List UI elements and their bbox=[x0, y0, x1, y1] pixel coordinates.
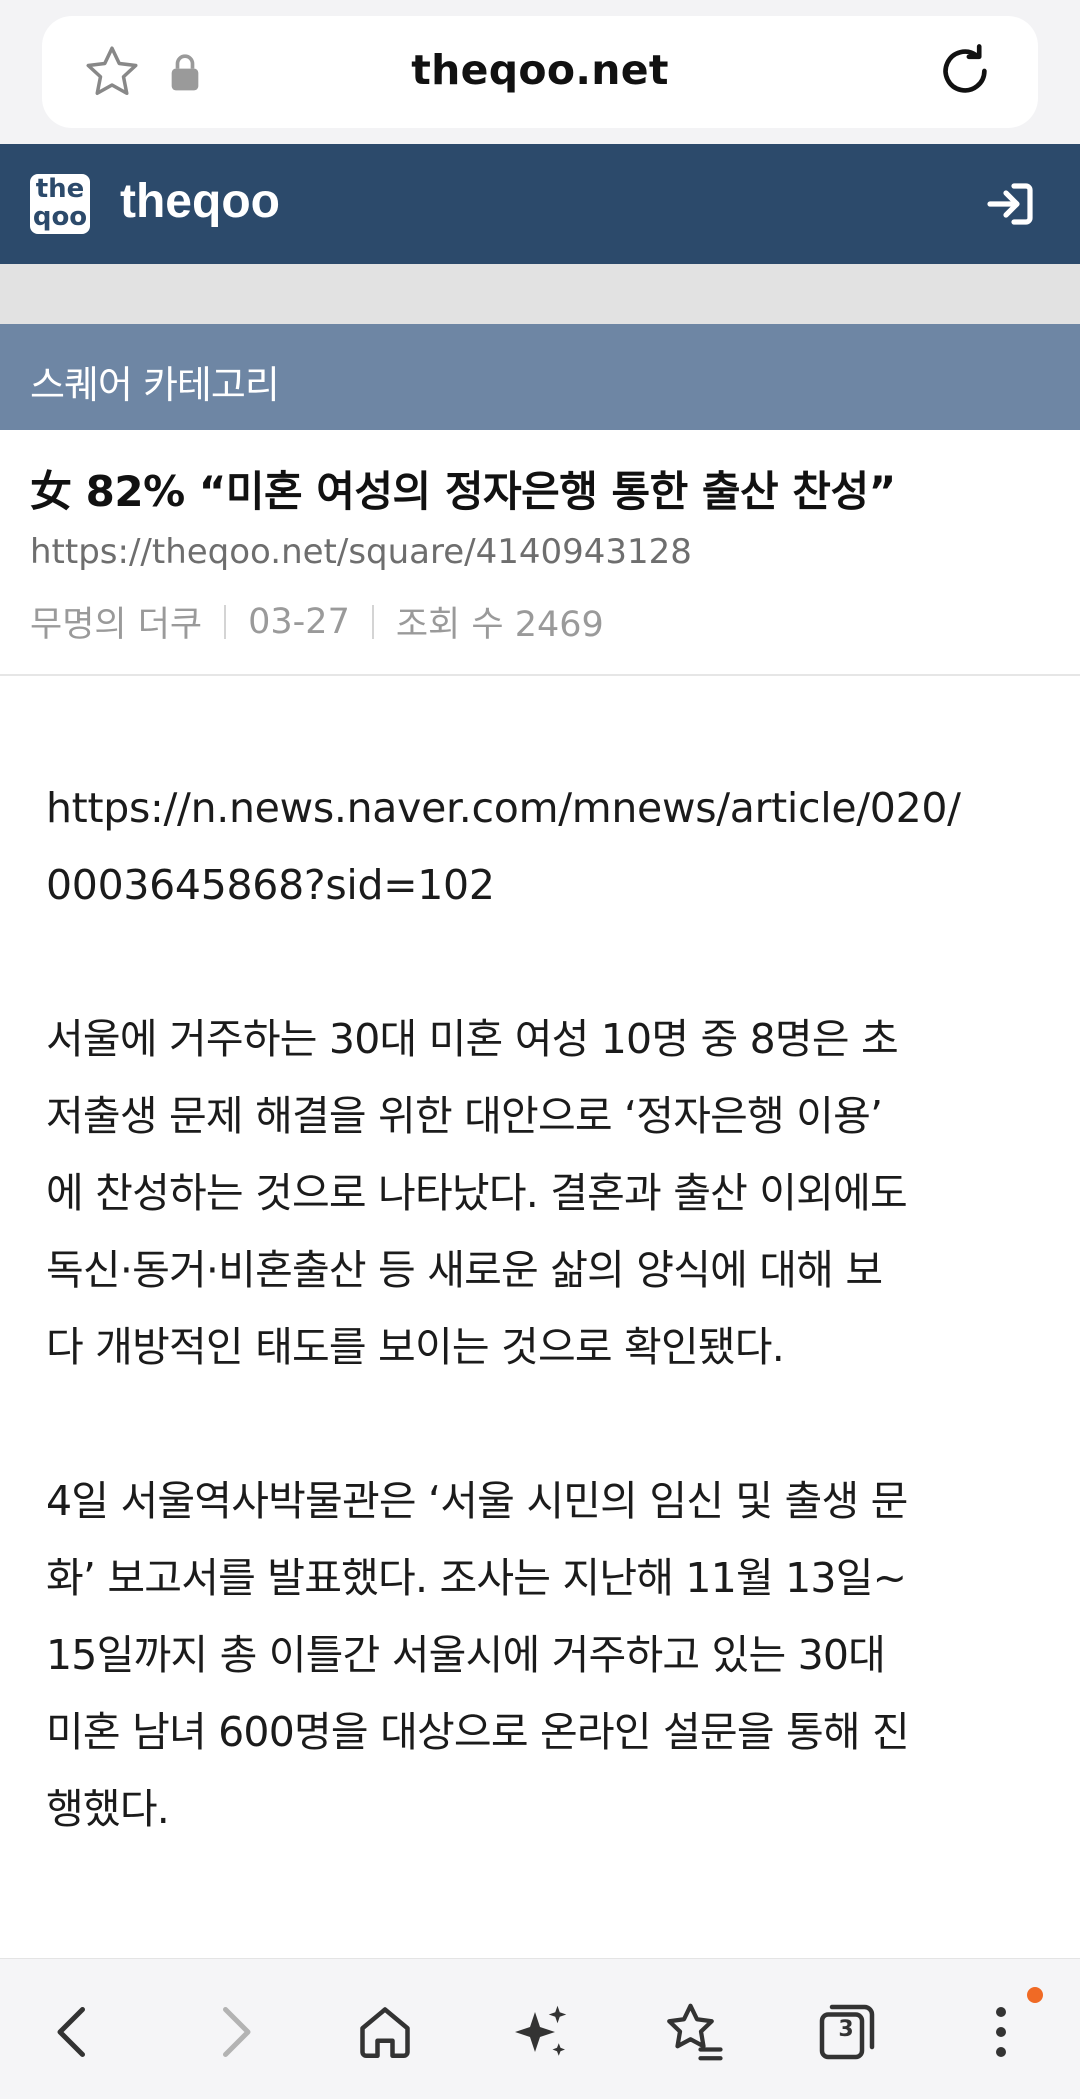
bookmarks-icon bbox=[667, 2003, 723, 2061]
login-icon[interactable] bbox=[984, 180, 1036, 228]
ai-sparkle-icon bbox=[515, 2005, 567, 2056]
post-views: 조회 수 2469 bbox=[395, 605, 604, 645]
text-line: 에 찬성하는 것으로 나타났다. 결혼과 출산 이외에도 bbox=[46, 1169, 908, 1217]
site-logo[interactable]: the qoo bbox=[30, 174, 90, 234]
post-meta: 무명의 더쿠 03-27 조회 수 2469 bbox=[30, 596, 604, 647]
category-bar[interactable]: 스퀘어 카테고리 bbox=[0, 324, 1080, 430]
tabs-button[interactable]: 3 bbox=[812, 1997, 882, 2067]
divider bbox=[0, 674, 1080, 676]
reload-icon[interactable] bbox=[934, 40, 996, 102]
address-bar[interactable]: theqoo.net bbox=[42, 16, 1038, 128]
article-link[interactable]: https://n.news.naver.com/mnews/article/0… bbox=[46, 770, 1046, 924]
article-paragraph-2: 4일 서울역사박물관은 ‘서울 시민의 임신 및 출생 문 화’ 보고서를 발표… bbox=[46, 1463, 1046, 1848]
site-name[interactable]: theqoo bbox=[120, 174, 280, 229]
article-paragraph-1: 서울에 거주하는 30대 미혼 여성 10명 중 8명은 초 저출생 문제 해결… bbox=[46, 1001, 1046, 1386]
text-line: 다 개방적인 태도를 보이는 것으로 확인됐다. bbox=[46, 1323, 785, 1371]
text-line: 독신·동거·비혼출산 등 새로운 삶의 양식에 대해 보 bbox=[46, 1246, 883, 1294]
category-label: 스퀘어 카테고리 bbox=[30, 363, 280, 407]
tab-count: 3 bbox=[838, 2017, 854, 2042]
notification-dot bbox=[1027, 1987, 1043, 2003]
ai-assistant-button[interactable] bbox=[505, 1997, 575, 2067]
forward-button[interactable] bbox=[198, 1997, 268, 2067]
browser-toolbar: theqoo.net bbox=[0, 0, 1080, 144]
logo-text-top: the bbox=[35, 174, 85, 204]
post-title: 女 82% “미혼 여성의 정자은행 통한 출산 찬성” bbox=[30, 467, 896, 516]
back-icon bbox=[57, 2007, 85, 2057]
text-line: 4일 서울역사박물관은 ‘서울 시민의 임신 및 출생 문 bbox=[46, 1477, 908, 1525]
home-icon bbox=[360, 2007, 410, 2058]
article-link-line[interactable]: 0003645868?sid=102 bbox=[46, 861, 495, 909]
text-line: 미혼 남녀 600명을 대상으로 온라인 설문을 통해 진 bbox=[46, 1708, 910, 1756]
text-line: 저출생 문제 해결을 위한 대안으로 ‘정자은행 이용’ bbox=[46, 1092, 883, 1140]
post-date: 03-27 bbox=[248, 601, 350, 642]
meta-separator bbox=[224, 604, 227, 639]
text-line: 화’ 보고서를 발표했다. 조사는 지난해 11월 13일~ bbox=[46, 1554, 907, 1602]
text-line: 15일까지 총 이틀간 서울시에 거주하고 있는 30대 bbox=[46, 1631, 886, 1679]
header-spacer bbox=[0, 264, 1080, 324]
logo-text-bottom: qoo bbox=[32, 202, 88, 232]
back-button[interactable] bbox=[40, 1997, 110, 2067]
more-icon bbox=[996, 2007, 1006, 2057]
post-url[interactable]: https://theqoo.net/square/4140943128 bbox=[30, 532, 692, 572]
forward-icon bbox=[223, 2007, 251, 2057]
home-button[interactable] bbox=[350, 1997, 420, 2067]
bookmarks-button[interactable] bbox=[658, 1997, 728, 2067]
article-body: https://n.news.naver.com/mnews/article/0… bbox=[46, 770, 1046, 1848]
site-header: the qoo theqoo bbox=[0, 144, 1080, 264]
browser-bottom-nav: 3 bbox=[0, 1958, 1080, 2099]
text-line: 행했다. bbox=[46, 1785, 170, 1833]
text-line: 서울에 거주하는 30대 미혼 여성 10명 중 8명은 초 bbox=[46, 1015, 899, 1063]
post-author: 무명의 더쿠 bbox=[30, 605, 203, 645]
url-domain[interactable]: theqoo.net bbox=[42, 46, 1038, 94]
article-link-line[interactable]: https://n.news.naver.com/mnews/article/0… bbox=[46, 784, 961, 832]
meta-separator bbox=[371, 604, 374, 639]
more-menu-button[interactable] bbox=[966, 1997, 1036, 2067]
